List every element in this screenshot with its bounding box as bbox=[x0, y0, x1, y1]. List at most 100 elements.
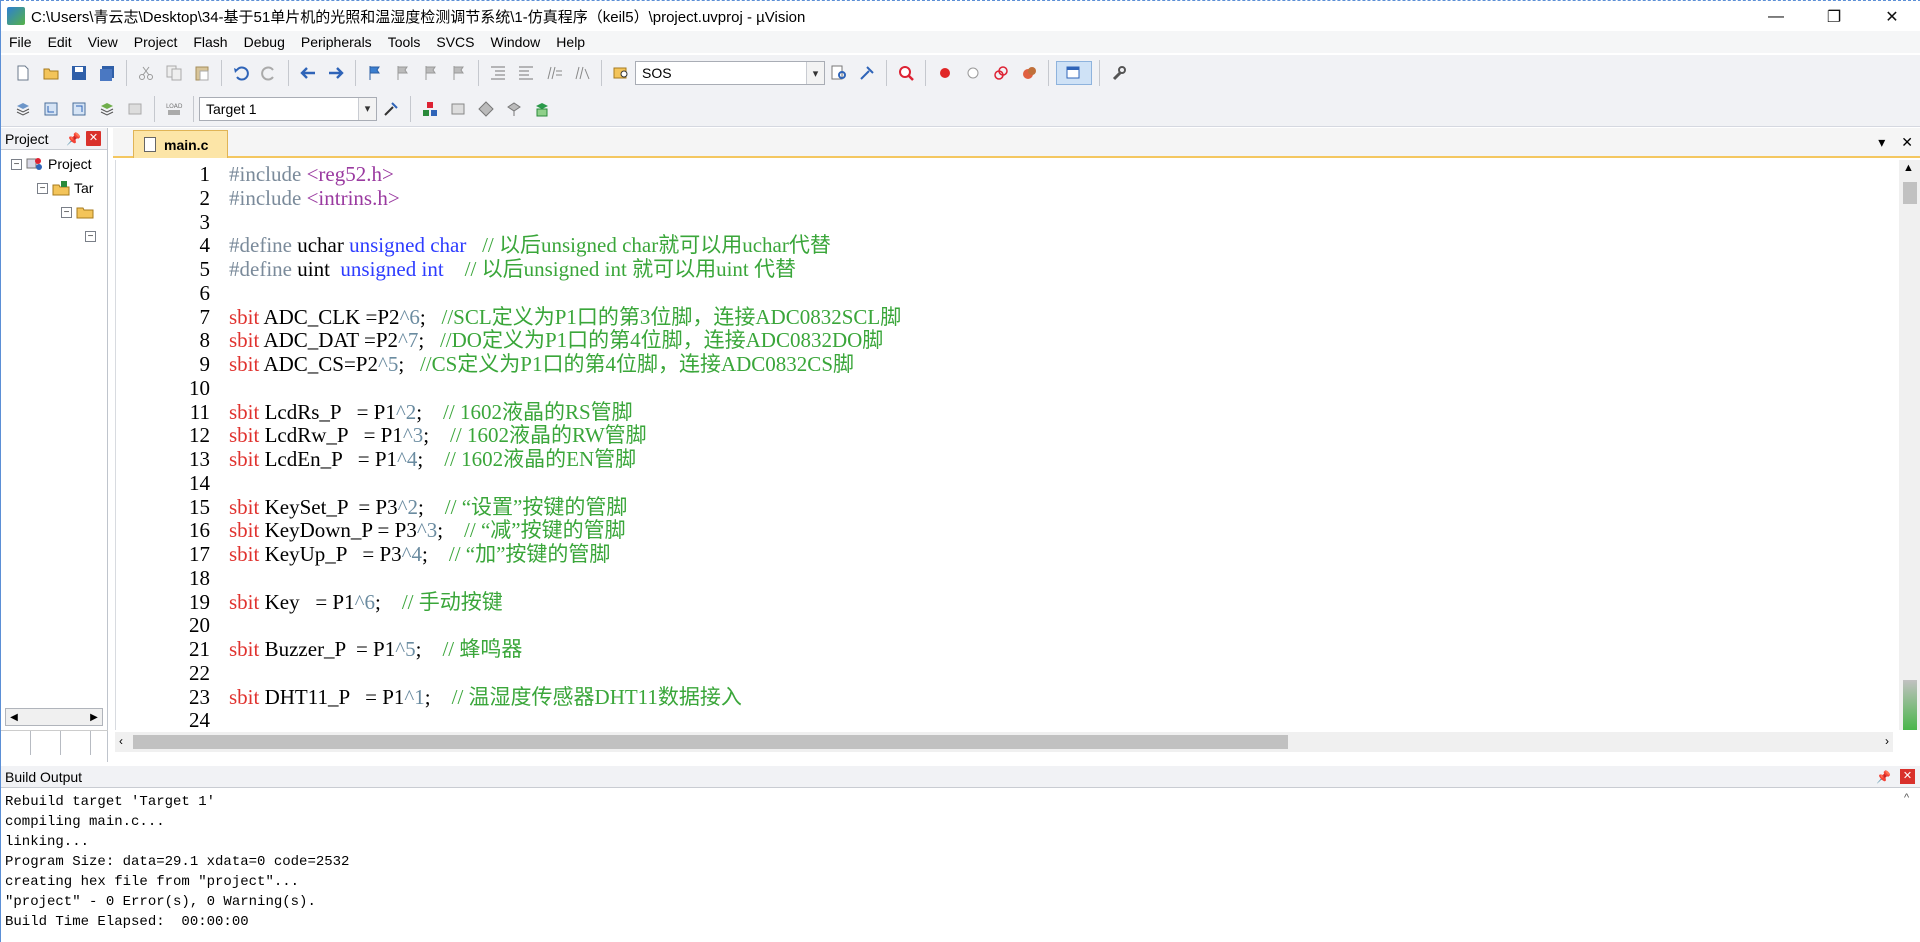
minimize-button[interactable]: — bbox=[1747, 1, 1805, 32]
chevron-down-icon[interactable]: ▾ bbox=[806, 62, 824, 84]
tab-books[interactable] bbox=[33, 731, 61, 755]
target-select[interactable]: Target 1 ▾ bbox=[199, 96, 377, 121]
tab-project-view[interactable] bbox=[3, 731, 31, 755]
kill-all-breakpoints-icon[interactable] bbox=[1017, 61, 1041, 85]
code-line[interactable]: 5 #define uint unsigned int // 以后unsigned… bbox=[116, 257, 1892, 281]
code-line[interactable]: 13 sbit LcdEn_P = P1^4; // 1602液晶的EN管脚 bbox=[116, 447, 1892, 471]
wrench-icon[interactable] bbox=[1107, 61, 1131, 85]
tree-item-project[interactable]: − Project bbox=[11, 154, 92, 174]
rebuild-icon[interactable] bbox=[67, 97, 91, 121]
bookmark-icon[interactable] bbox=[363, 61, 387, 85]
target-options-icon[interactable] bbox=[379, 97, 403, 121]
window-layout-icon[interactable] bbox=[1056, 61, 1092, 85]
save-all-icon[interactable] bbox=[95, 61, 119, 85]
project-horizontal-scrollbar[interactable]: ◀ ▶ bbox=[5, 708, 103, 726]
code-line[interactable]: 18 bbox=[116, 566, 1892, 590]
code-line[interactable]: 2 #include <intrins.h> bbox=[116, 186, 1892, 210]
download-load-icon[interactable]: LOAD bbox=[162, 97, 186, 121]
code-line[interactable]: 14 bbox=[116, 471, 1892, 495]
tree-item-source-group[interactable]: − bbox=[61, 202, 98, 222]
tree-item-file[interactable]: − bbox=[85, 226, 100, 246]
incremental-find-icon[interactable] bbox=[827, 61, 851, 85]
menu-peripherals[interactable]: Peripherals bbox=[293, 31, 380, 53]
build-log[interactable]: Rebuild target 'Target 1' compiling main… bbox=[5, 792, 349, 932]
next-bookmark-icon[interactable] bbox=[419, 61, 443, 85]
open-folder-icon[interactable] bbox=[39, 61, 63, 85]
collapse-toggle[interactable]: − bbox=[61, 206, 72, 218]
code-line[interactable]: 3 bbox=[116, 210, 1892, 234]
stop-build-icon[interactable] bbox=[123, 97, 147, 121]
code-line[interactable]: 23 sbit DHT11_P = P1^1; // 温湿度传感器DHT11数据接… bbox=[116, 685, 1892, 709]
pack-installer-icon[interactable] bbox=[502, 97, 526, 121]
breakpoint-icon[interactable] bbox=[933, 61, 957, 85]
menu-debug[interactable]: Debug bbox=[236, 31, 293, 53]
code-line[interactable]: 9 sbit ADC_CS=P2^5; //CS定义为P1口的第4位脚，连接ADC… bbox=[116, 352, 1892, 376]
scroll-left-icon[interactable]: ‹ bbox=[119, 734, 123, 748]
code-line[interactable]: 24 bbox=[116, 708, 1892, 730]
paste-icon[interactable] bbox=[190, 61, 214, 85]
code-line[interactable]: 8 sbit ADC_DAT =P2^7; //DO定义为P1口的第4位脚，连接A… bbox=[116, 328, 1892, 352]
scroll-right-icon[interactable]: ▶ bbox=[86, 712, 102, 723]
pin-icon[interactable]: 📌 bbox=[1876, 770, 1891, 784]
code-line[interactable]: 15 sbit KeySet_P = P3^2; // “设置”按键的管脚 bbox=[116, 495, 1892, 519]
menu-file[interactable]: File bbox=[1, 31, 40, 53]
code-editor[interactable]: 1 #include <reg52.h> 2 #include <intrins.h>… bbox=[115, 160, 1893, 730]
navigate-forward-icon[interactable] bbox=[324, 61, 348, 85]
unindent-icon[interactable] bbox=[514, 61, 538, 85]
tab-main-c[interactable]: main.c bbox=[133, 130, 228, 158]
code-line[interactable]: 4 #define uchar unsigned char // 以后unsign… bbox=[116, 233, 1892, 257]
code-line[interactable]: 16 sbit KeyDown_P = P3^3; // “减”按键的管脚 bbox=[116, 518, 1892, 542]
find-in-files-icon[interactable] bbox=[609, 61, 633, 85]
collapse-toggle[interactable]: − bbox=[85, 230, 96, 242]
collapse-toggle[interactable]: − bbox=[37, 182, 48, 194]
close-tab-icon[interactable]: ✕ bbox=[1901, 134, 1913, 151]
tab-functions[interactable] bbox=[63, 731, 91, 755]
multi-project-icon[interactable] bbox=[530, 97, 554, 121]
tab-list-dropdown-icon[interactable]: ▾ bbox=[1878, 134, 1885, 151]
menu-tools[interactable]: Tools bbox=[380, 31, 429, 53]
prev-bookmark-icon[interactable] bbox=[391, 61, 415, 85]
save-icon[interactable] bbox=[67, 61, 91, 85]
debug-session-icon[interactable] bbox=[894, 61, 918, 85]
copy-icon[interactable] bbox=[162, 61, 186, 85]
close-panel-button[interactable]: ✕ bbox=[1900, 769, 1915, 784]
editor-vertical-scrollbar[interactable]: ▲ bbox=[1899, 160, 1920, 730]
redo-icon[interactable] bbox=[257, 61, 281, 85]
code-line[interactable]: 22 bbox=[116, 661, 1892, 685]
menu-project[interactable]: Project bbox=[126, 31, 186, 53]
close-panel-button[interactable]: ✕ bbox=[86, 131, 101, 146]
cut-icon[interactable] bbox=[134, 61, 158, 85]
code-line[interactable]: 11 sbit LcdRs_P = P1^2; // 1602液晶的RS管脚 bbox=[116, 400, 1892, 424]
navigate-back-icon[interactable] bbox=[296, 61, 320, 85]
menu-window[interactable]: Window bbox=[483, 31, 549, 53]
build-icon[interactable] bbox=[39, 97, 63, 121]
code-line[interactable]: 7 sbit ADC_CLK =P2^6; //SCL定义为P1口的第3位脚，连接… bbox=[116, 305, 1892, 329]
disable-all-breakpoints-icon[interactable] bbox=[989, 61, 1013, 85]
menu-view[interactable]: View bbox=[80, 31, 126, 53]
code-line[interactable]: 12 sbit LcdRw_P = P1^3; // 1602液晶的RW管脚 bbox=[116, 423, 1892, 447]
collapse-toggle[interactable]: − bbox=[11, 158, 22, 170]
comment-icon[interactable] bbox=[542, 61, 566, 85]
scroll-thumb[interactable] bbox=[133, 735, 1288, 749]
build-output-scrollbar[interactable]: ^ bbox=[1899, 790, 1920, 942]
select-packs-icon[interactable] bbox=[446, 97, 470, 121]
scroll-up-icon[interactable]: ▲ bbox=[1903, 162, 1914, 174]
menu-svcs[interactable]: SVCS bbox=[428, 31, 482, 53]
new-file-icon[interactable] bbox=[11, 61, 35, 85]
close-window-button[interactable]: ✕ bbox=[1863, 1, 1920, 32]
configure-icon[interactable] bbox=[855, 61, 879, 85]
tree-item-target[interactable]: − Tar bbox=[37, 178, 93, 198]
code-line[interactable]: 10 bbox=[116, 376, 1892, 400]
code-line[interactable]: 21 sbit Buzzer_P = P1^5; // 蜂鸣器 bbox=[116, 637, 1892, 661]
code-line[interactable]: 19 sbit Key = P1^6; // 手动按键 bbox=[116, 590, 1892, 614]
find-combo[interactable]: SOS ▾ bbox=[635, 61, 825, 85]
code-line[interactable]: 6 bbox=[116, 281, 1892, 305]
menu-flash[interactable]: Flash bbox=[185, 31, 235, 53]
scroll-right-icon[interactable]: › bbox=[1885, 734, 1889, 748]
uncomment-icon[interactable] bbox=[570, 61, 594, 85]
disable-breakpoint-icon[interactable] bbox=[961, 61, 985, 85]
code-line[interactable]: 20 bbox=[116, 613, 1892, 637]
restore-button[interactable]: ❐ bbox=[1805, 1, 1863, 32]
pin-icon[interactable]: 📌 bbox=[66, 132, 81, 146]
code-line[interactable]: 17 sbit KeyUp_P = P3^4; // “加”按键的管脚 bbox=[116, 542, 1892, 566]
